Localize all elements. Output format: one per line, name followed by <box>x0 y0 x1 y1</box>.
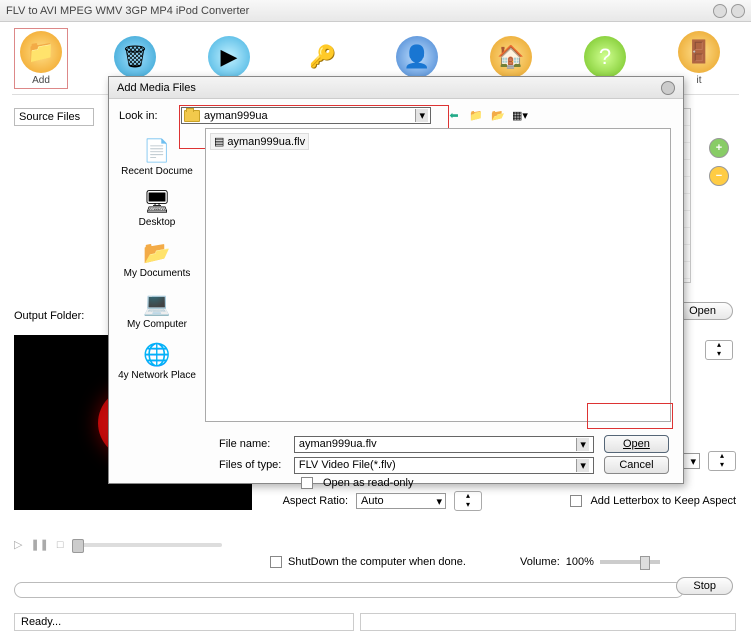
side-buttons: + − <box>709 138 733 194</box>
volume-label: Volume: <box>520 556 560 568</box>
add-folder-icon: 📁 <box>20 31 62 73</box>
folder-icon <box>184 110 200 122</box>
stop-control-icon[interactable]: □ <box>57 539 64 551</box>
recent-icon: 📄 <box>140 136 174 166</box>
places-bar: 📄Recent Docume 🖥Desktop 📂My Documents 💻M… <box>109 128 205 428</box>
remove-item-button[interactable]: − <box>709 166 729 186</box>
dialog-open-button[interactable]: Open <box>604 435 669 453</box>
place-mycomputer[interactable]: 💻My Computer <box>112 285 202 334</box>
home-icon: 🏠 <box>490 36 532 78</box>
dialog-titlebar: Add Media Files <box>109 77 683 99</box>
close-icon[interactable] <box>731 4 745 18</box>
add-label: Add <box>32 75 50 86</box>
keys-button[interactable]: 🔑 <box>296 36 350 80</box>
source-files-label: Source Files <box>14 108 94 126</box>
output-folder-label: Output Folder: <box>14 310 84 322</box>
dialog-close-icon[interactable] <box>661 81 675 95</box>
minimize-icon[interactable] <box>713 4 727 18</box>
place-mydocs[interactable]: 📂My Documents <box>112 234 202 283</box>
home-button[interactable]: 🏠 <box>484 36 538 80</box>
letterbox-label: Add Letterbox to Keep Aspect <box>590 495 736 507</box>
filetype-select[interactable]: FLV Video File(*.flv)▾ <box>294 457 594 474</box>
filetype-label: Files of type: <box>219 459 284 471</box>
file-icon: ▤ <box>214 135 224 148</box>
lookin-value: ayman999ua <box>204 110 268 122</box>
shutdown-checkbox[interactable] <box>270 556 282 568</box>
file-item[interactable]: ▤ ayman999ua.flv <box>210 133 309 150</box>
add-media-dialog: Add Media Files Look in: ayman999ua ▾ ⬅ … <box>108 76 684 484</box>
chevron-down-icon: ▾ <box>576 438 589 451</box>
window-titlebar: FLV to AVI MPEG WMV 3GP MP4 iPod Convert… <box>0 0 751 22</box>
play-icon: ▶ <box>208 36 250 78</box>
dialog-cancel-button[interactable]: Cancel <box>604 456 669 474</box>
file-list[interactable]: ▤ ayman999ua.flv <box>205 128 671 422</box>
stop-button[interactable]: Stop <box>676 577 733 595</box>
playback-controls: ▷ ❚❚ □ <box>14 538 222 551</box>
seek-slider[interactable] <box>72 543 222 547</box>
computer-icon: 💻 <box>140 289 174 319</box>
back-icon[interactable]: ⬅ <box>445 109 463 122</box>
place-desktop[interactable]: 🖥Desktop <box>112 183 202 232</box>
up-icon[interactable]: 📁 <box>467 109 485 122</box>
new-folder-icon[interactable]: 📂 <box>489 109 507 122</box>
chevron-down-icon: ▾ <box>415 109 428 122</box>
user-button[interactable]: 👤 <box>390 36 444 80</box>
trash-icon: 🗑 <box>114 36 156 78</box>
filename-label: File name: <box>219 438 284 450</box>
window-title: FLV to AVI MPEG WMV 3GP MP4 iPod Convert… <box>6 5 709 17</box>
status-bar: Ready... <box>14 613 354 631</box>
status-bar-2 <box>360 613 736 631</box>
filename-input[interactable]: ayman999ua.flv▾ <box>294 436 594 453</box>
help-button[interactable]: ? <box>578 36 632 80</box>
stepper-2[interactable]: ▴▾ <box>708 451 736 471</box>
chevron-down-icon: ▾ <box>576 459 589 472</box>
exit-icon: 🚪 <box>678 31 720 73</box>
volume-value: 100% <box>566 556 594 568</box>
keys-icon: 🔑 <box>302 36 344 78</box>
place-recent[interactable]: 📄Recent Docume <box>112 132 202 181</box>
desktop-icon: 🖥 <box>140 187 174 217</box>
clear-button[interactable]: 🗑 <box>108 36 162 80</box>
play-button[interactable]: ▶ <box>202 36 256 80</box>
pause-control-icon[interactable]: ❚❚ <box>30 538 48 551</box>
letterbox-checkbox[interactable] <box>570 495 582 507</box>
volume-slider[interactable] <box>600 560 660 564</box>
readonly-checkbox[interactable] <box>301 477 313 489</box>
help-icon: ? <box>584 36 626 78</box>
dialog-title: Add Media Files <box>117 82 661 94</box>
nav-icons: ⬅ 📁 📂 ▦▾ <box>445 109 529 122</box>
add-button[interactable]: 📁 Add <box>14 28 68 89</box>
network-icon: 🌐 <box>140 340 174 370</box>
readonly-label: Open as read-only <box>323 477 414 489</box>
aspect-label: Aspect Ratio: <box>270 495 348 507</box>
play-control-icon[interactable]: ▷ <box>14 538 22 551</box>
progress-bar <box>14 582 684 598</box>
mydocs-icon: 📂 <box>140 238 174 268</box>
lookin-label: Look in: <box>119 110 175 122</box>
place-network[interactable]: 🌐4y Network Place <box>112 336 202 385</box>
view-menu-icon[interactable]: ▦▾ <box>511 109 529 122</box>
add-item-button[interactable]: + <box>709 138 729 158</box>
user-icon: 👤 <box>396 36 438 78</box>
lookin-combo[interactable]: ayman999ua ▾ <box>181 107 431 124</box>
shutdown-label: ShutDown the computer when done. <box>288 556 466 568</box>
file-item-label: ayman999ua.flv <box>227 136 305 148</box>
